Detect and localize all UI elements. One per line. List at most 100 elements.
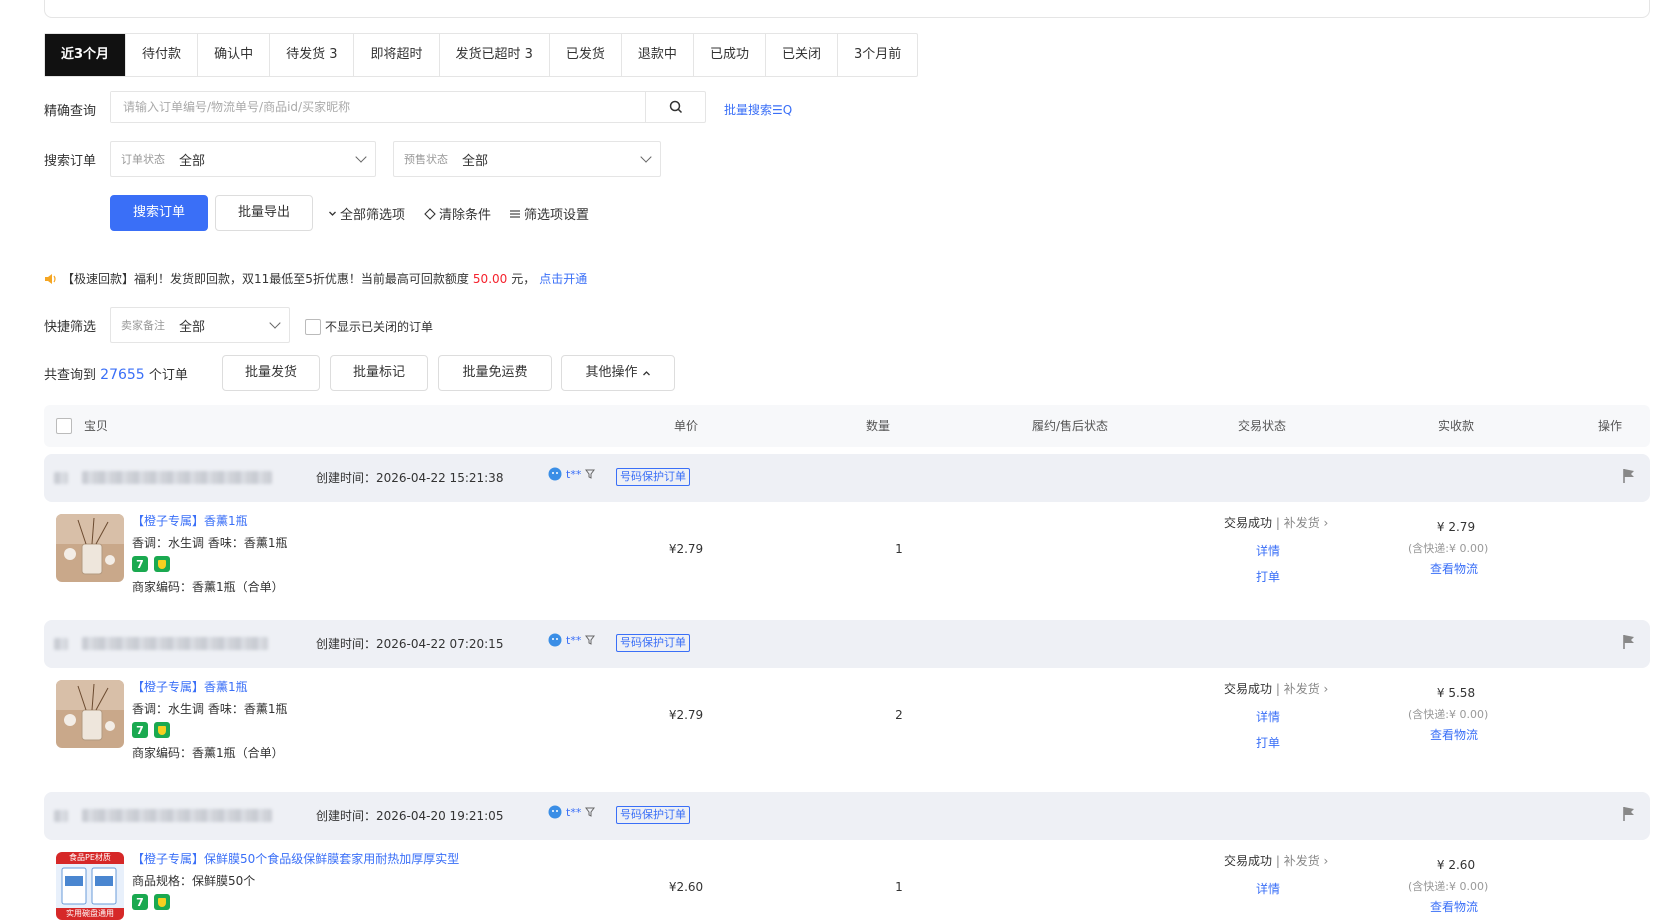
flag-icon[interactable] — [1622, 806, 1636, 822]
print-label-link[interactable]: 打单 — [1256, 568, 1280, 585]
detail-link[interactable]: 详情 — [1256, 708, 1280, 725]
precise-search-label: 精确查询 — [44, 104, 97, 119]
view-logistics-link[interactable]: 查看物流 — [1430, 560, 1478, 577]
reship-link[interactable]: 补发货 — [1284, 682, 1320, 696]
tab-closed[interactable]: 已关闭 — [766, 34, 838, 76]
order-row: 【橙子专属】香薰1瓶 香调：水生调 香味：香薰1瓶 7 商家编码：香薰1瓶（合单… — [44, 502, 1650, 626]
buyer-info[interactable]: t** — [548, 467, 596, 481]
buyer-nickname: t** — [566, 805, 582, 819]
chevron-down-icon — [355, 151, 367, 163]
tab-refunding[interactable]: 退款中 — [622, 34, 694, 76]
tab-ship-timeout[interactable]: 发货已超时 3 — [440, 34, 550, 76]
select-all-checkbox[interactable] — [56, 418, 72, 434]
top-card — [44, 0, 1650, 18]
reed-diffuser-image — [56, 680, 124, 748]
flag-icon[interactable] — [1622, 468, 1636, 484]
detail-link[interactable]: 详情 — [1256, 542, 1280, 559]
tab-succeeded[interactable]: 已成功 — [694, 34, 766, 76]
chevron-down-icon — [640, 151, 652, 163]
order-header: 创建时间：2026-04-20 19:21:05 t** 号码保护订单 — [44, 792, 1650, 840]
notice-amount: 50.00 — [472, 271, 508, 286]
search-button[interactable] — [645, 92, 705, 122]
thumb-top-banner: 食品PE材质 — [56, 852, 124, 864]
shipping-fee: (含快递:¥ 0.00) — [1408, 542, 1489, 555]
flag-icon[interactable] — [1622, 634, 1636, 650]
unit-price: ¥2.79 — [668, 542, 704, 556]
created-time: 创建时间：2026-04-22 15:21:38 — [316, 471, 504, 485]
search-orders-button[interactable]: 搜索订单 — [110, 195, 208, 231]
summary-prefix: 共查询到 — [44, 368, 97, 383]
tab-confirming[interactable]: 确认中 — [198, 34, 271, 76]
chevron-right-icon: › — [1323, 516, 1329, 530]
product-title[interactable]: 【橙子专属】香薰1瓶 — [132, 678, 248, 695]
view-logistics-link[interactable]: 查看物流 — [1430, 898, 1478, 915]
reed-diffuser-image — [56, 514, 124, 582]
order-status-select[interactable]: 订单状态 全部 — [110, 141, 376, 177]
buyer-info[interactable]: t** — [548, 633, 596, 647]
product-thumbnail[interactable] — [56, 680, 124, 748]
tab-shipped[interactable]: 已发货 — [550, 34, 622, 76]
product-thumbnail[interactable]: 食品PE材质 实用碗盘通用 — [56, 852, 124, 920]
col-item: 宝贝 — [84, 419, 109, 433]
filter-settings-label: 筛选项设置 — [524, 208, 590, 223]
detail-link[interactable]: 详情 — [1256, 880, 1280, 897]
batch-search-link[interactable]: 批量搜索☰Q — [724, 101, 792, 118]
batch-ship-button[interactable]: 批量发货 — [222, 355, 320, 391]
view-logistics-link[interactable]: 查看物流 — [1430, 726, 1478, 743]
product-title[interactable]: 【橙子专属】保鲜膜50个食品级保鲜膜套家用耐热加厚厚实型 — [132, 850, 459, 867]
redacted-checkbox — [54, 638, 68, 650]
col-trade-status: 交易状态 — [1238, 419, 1287, 433]
seller-remark-select[interactable]: 卖家备注 全部 — [110, 307, 290, 343]
batch-free-shipping-button[interactable]: 批量免运费 — [438, 355, 552, 391]
hide-closed-checkbox[interactable] — [305, 318, 321, 335]
search-icon — [669, 100, 682, 114]
seven-day-return-icon: 7 — [132, 556, 148, 572]
chevron-right-icon: › — [1323, 854, 1329, 868]
redacted-checkbox — [54, 472, 68, 484]
tab-about-to-timeout[interactable]: 即将超时 — [354, 34, 440, 76]
product-title[interactable]: 【橙子专属】香薰1瓶 — [132, 512, 248, 529]
col-amount-received: 实收款 — [1438, 419, 1475, 433]
tab-older-than-3-months[interactable]: 3个月前 — [838, 34, 917, 76]
notice-unit: 元， — [511, 272, 536, 286]
product-thumbnail[interactable] — [56, 514, 124, 582]
merchant-code: 商家编码：香薰1瓶（合单） — [132, 580, 284, 594]
search-orders-label: 搜索订单 — [44, 154, 97, 169]
reship-link[interactable]: 补发货 — [1284, 516, 1320, 530]
col-unit-price: 单价 — [674, 419, 699, 433]
trade-status: 交易成功 | 补发货 › — [1224, 516, 1329, 530]
seller-remark-label: 卖家备注 — [121, 319, 165, 332]
quantity: 1 — [895, 542, 903, 556]
amount-received: ¥ 5.58 — [1436, 686, 1476, 700]
trade-status-text: 交易成功 — [1224, 682, 1273, 696]
quantity: 1 — [895, 880, 903, 894]
all-filters-toggle[interactable]: 全部筛选项 — [328, 204, 405, 223]
quick-filter-label: 快捷筛选 — [44, 320, 97, 335]
print-label-link[interactable]: 打单 — [1256, 734, 1280, 751]
created-time: 创建时间：2026-04-22 07:20:15 — [316, 637, 504, 651]
activate-link[interactable]: 点击开通 — [539, 270, 587, 287]
chevron-down-icon — [269, 317, 281, 329]
redacted-order-number — [82, 809, 272, 822]
tab-to-ship[interactable]: 待发货 3 — [270, 34, 355, 76]
clear-conditions-button[interactable]: 清除条件 — [424, 204, 491, 223]
clear-conditions-label: 清除条件 — [439, 208, 492, 223]
presale-status-select[interactable]: 预售状态 全部 — [393, 141, 661, 177]
hide-closed-orders-option[interactable]: 不显示已关闭的订单 — [305, 318, 433, 335]
shield-icon — [154, 556, 170, 572]
tab-pending-payment[interactable]: 待付款 — [126, 34, 199, 76]
reship-link[interactable]: 补发货 — [1284, 854, 1320, 868]
other-operations-button[interactable]: 其他操作 — [561, 355, 675, 391]
filter-icon — [585, 807, 596, 817]
buyer-info[interactable]: t** — [548, 805, 596, 819]
seven-day-return-icon: 7 — [132, 894, 148, 910]
shipping-fee: (含快递:¥ 0.00) — [1408, 708, 1489, 721]
filter-settings-button[interactable]: 筛选项设置 — [509, 204, 589, 223]
batch-export-button[interactable]: 批量导出 — [215, 195, 313, 231]
search-input[interactable] — [111, 92, 645, 122]
filter-icon — [585, 635, 596, 645]
order-row: 食品PE材质 实用碗盘通用 【橙子专属】保鲜膜50个食品级保鲜膜套家用耐热加厚厚… — [44, 840, 1650, 924]
product-spec: 商品规格：保鲜膜50个 — [132, 874, 256, 888]
tab-recent-3-months[interactable]: 近3个月 — [45, 34, 127, 76]
batch-mark-button[interactable]: 批量标记 — [330, 355, 428, 391]
